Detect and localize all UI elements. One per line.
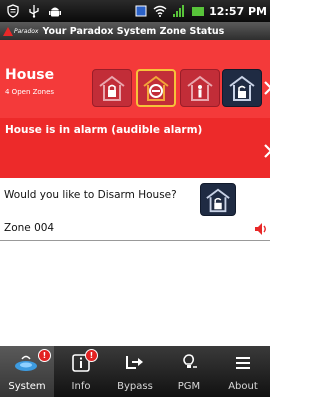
stay-icon [187,75,213,101]
system-alert-badge: ! [38,349,51,362]
android-icon [47,4,62,19]
tab-bypass[interactable]: Bypass [108,346,162,397]
system-icon [13,352,41,374]
signal-icon [171,4,186,19]
logo-text: Paradox [14,27,39,35]
disarm-confirm-button[interactable] [200,183,236,216]
tab-system-label: System [8,381,46,392]
stay-button[interactable] [180,69,220,107]
battery-icon [190,4,205,19]
usb-icon [26,4,41,19]
alarm-banner[interactable]: House is in alarm (audible alarm) [0,118,272,178]
speaker-icon [255,223,266,235]
page-title: Your Paradox System Zone Status [42,25,225,37]
open-zones-count: 4 Open Zones [5,88,55,96]
chevron-right-icon[interactable] [264,81,272,95]
sleep-button[interactable] [222,69,262,107]
alarm-message: House is in alarm (audible alarm) [5,124,203,136]
chevron-right-icon[interactable] [264,144,272,158]
status-bar: 12:57 PM [0,0,270,22]
list-icon [229,352,257,374]
tab-system[interactable]: ! System [0,346,54,397]
disarm-button[interactable] [136,69,176,107]
tab-pgm[interactable]: PGM [162,346,216,397]
wifi-icon [152,4,167,19]
tab-pgm-label: PGM [177,381,201,392]
disarm-prompt: Would you like to Disarm House? [4,189,177,201]
pgm-icon [175,352,203,374]
tab-info[interactable]: ! Info [54,346,108,397]
zone-divider [0,240,270,241]
bottom-tab-bar: ! System ! Info Bypass PGM About [0,346,270,397]
sleep-icon [229,75,255,101]
info-alert-badge: ! [85,349,98,362]
tab-about[interactable]: About [216,346,270,397]
area-header[interactable]: House 4 Open Zones [0,40,272,118]
tab-about-label: About [228,381,258,392]
paradox-logo: Paradox [3,26,39,36]
status-time: 12:57 PM [209,4,267,18]
disarm-icon [143,75,169,101]
zone-label: Zone 004 [4,222,55,234]
shield-icon [5,4,20,19]
logo-triangle-icon [3,26,13,36]
tab-bypass-label: Bypass [117,381,153,392]
area-name: House [5,67,55,83]
screen-icon [133,4,148,19]
bypass-icon [121,352,149,374]
tab-info-label: Info [71,381,91,392]
app-title-bar: Paradox Your Paradox System Zone Status [0,22,270,40]
arm-icon [99,75,125,101]
arm-button[interactable] [92,69,132,107]
unlock-house-icon [206,188,230,212]
